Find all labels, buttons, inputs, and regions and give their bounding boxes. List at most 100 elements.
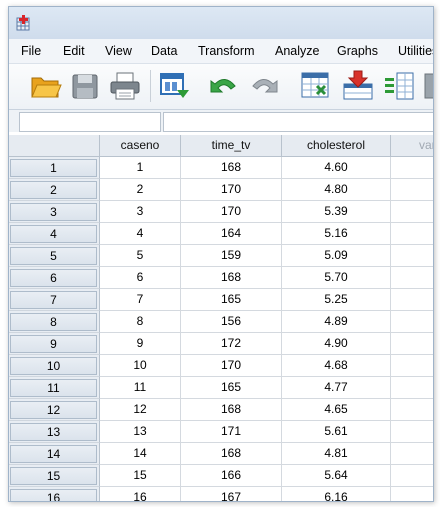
cell-time-tv[interactable]: 171 bbox=[181, 421, 282, 443]
column-header-time-tv[interactable]: time_tv bbox=[181, 135, 282, 157]
row-header[interactable]: 1 bbox=[9, 157, 100, 179]
spss-app-icon[interactable] bbox=[16, 15, 32, 31]
open-folder-icon[interactable] bbox=[29, 70, 63, 102]
cell-time-tv[interactable]: 168 bbox=[181, 399, 282, 421]
row-header[interactable]: 15 bbox=[9, 465, 100, 487]
cell-caseno[interactable]: 9 bbox=[100, 333, 181, 355]
cell-value-box[interactable] bbox=[163, 112, 433, 132]
column-header-caseno[interactable]: caseno bbox=[100, 135, 181, 157]
menu-data[interactable]: Data bbox=[151, 44, 177, 58]
cell-cholesterol[interactable]: 4.65 bbox=[282, 399, 391, 421]
row-header[interactable]: 12 bbox=[9, 399, 100, 421]
cell-var[interactable] bbox=[391, 465, 433, 487]
cell-time-tv[interactable]: 156 bbox=[181, 311, 282, 333]
cell-caseno[interactable]: 4 bbox=[100, 223, 181, 245]
cell-var[interactable] bbox=[391, 289, 433, 311]
cell-cholesterol[interactable]: 4.60 bbox=[282, 157, 391, 179]
goto-case-icon[interactable] bbox=[299, 70, 333, 102]
cell-var[interactable] bbox=[391, 157, 433, 179]
insert-cases-icon[interactable] bbox=[341, 70, 375, 102]
cell-time-tv[interactable]: 166 bbox=[181, 465, 282, 487]
grid-corner[interactable] bbox=[9, 135, 100, 157]
cell-cholesterol[interactable]: 4.90 bbox=[282, 333, 391, 355]
insert-variable-icon[interactable] bbox=[383, 70, 417, 102]
column-header-cholesterol[interactable]: cholesterol bbox=[282, 135, 391, 157]
menu-view[interactable]: View bbox=[105, 44, 132, 58]
more-toolbar-icon[interactable] bbox=[423, 70, 433, 102]
column-header-var[interactable]: var bbox=[391, 135, 433, 157]
menu-analyze[interactable]: Analyze bbox=[275, 44, 319, 58]
cell-var[interactable] bbox=[391, 267, 433, 289]
cell-time-tv[interactable]: 168 bbox=[181, 443, 282, 465]
cell-var[interactable] bbox=[391, 443, 433, 465]
cell-caseno[interactable]: 14 bbox=[100, 443, 181, 465]
cell-caseno[interactable]: 12 bbox=[100, 399, 181, 421]
cell-var[interactable] bbox=[391, 487, 433, 501]
cell-time-tv[interactable]: 168 bbox=[181, 157, 282, 179]
cell-caseno[interactable]: 5 bbox=[100, 245, 181, 267]
cell-var[interactable] bbox=[391, 311, 433, 333]
cell-cholesterol[interactable]: 5.09 bbox=[282, 245, 391, 267]
cell-caseno[interactable]: 1 bbox=[100, 157, 181, 179]
cell-var[interactable] bbox=[391, 355, 433, 377]
cell-var[interactable] bbox=[391, 399, 433, 421]
cell-var[interactable] bbox=[391, 377, 433, 399]
cell-time-tv[interactable]: 172 bbox=[181, 333, 282, 355]
cell-time-tv[interactable]: 164 bbox=[181, 223, 282, 245]
cell-cholesterol[interactable]: 4.80 bbox=[282, 179, 391, 201]
cell-caseno[interactable]: 2 bbox=[100, 179, 181, 201]
row-header[interactable]: 5 bbox=[9, 245, 100, 267]
cell-cholesterol[interactable]: 6.16 bbox=[282, 487, 391, 501]
cell-var[interactable] bbox=[391, 223, 433, 245]
cell-time-tv[interactable]: 159 bbox=[181, 245, 282, 267]
redo-icon[interactable] bbox=[247, 70, 281, 102]
cell-cholesterol[interactable]: 5.61 bbox=[282, 421, 391, 443]
cell-cholesterol[interactable]: 5.64 bbox=[282, 465, 391, 487]
cell-caseno[interactable]: 7 bbox=[100, 289, 181, 311]
cell-caseno[interactable]: 13 bbox=[100, 421, 181, 443]
cell-time-tv[interactable]: 165 bbox=[181, 289, 282, 311]
cell-time-tv[interactable]: 170 bbox=[181, 355, 282, 377]
row-header[interactable]: 14 bbox=[9, 443, 100, 465]
cell-caseno[interactable]: 3 bbox=[100, 201, 181, 223]
cell-cholesterol[interactable]: 4.77 bbox=[282, 377, 391, 399]
cell-cholesterol[interactable]: 5.25 bbox=[282, 289, 391, 311]
cell-cholesterol[interactable]: 5.39 bbox=[282, 201, 391, 223]
cell-caseno[interactable]: 6 bbox=[100, 267, 181, 289]
cell-time-tv[interactable]: 168 bbox=[181, 267, 282, 289]
row-header[interactable]: 11 bbox=[9, 377, 100, 399]
menu-file[interactable]: File bbox=[21, 44, 41, 58]
cell-var[interactable] bbox=[391, 179, 433, 201]
save-icon[interactable] bbox=[68, 70, 102, 102]
cell-caseno[interactable]: 11 bbox=[100, 377, 181, 399]
cell-var[interactable] bbox=[391, 245, 433, 267]
menu-transform[interactable]: Transform bbox=[198, 44, 255, 58]
row-header[interactable]: 3 bbox=[9, 201, 100, 223]
row-header[interactable]: 16 bbox=[9, 487, 100, 501]
row-header[interactable]: 2 bbox=[9, 179, 100, 201]
cell-var[interactable] bbox=[391, 333, 433, 355]
menu-edit[interactable]: Edit bbox=[63, 44, 85, 58]
cell-name-box[interactable] bbox=[19, 112, 161, 132]
cell-var[interactable] bbox=[391, 421, 433, 443]
cell-caseno[interactable]: 16 bbox=[100, 487, 181, 501]
cell-caseno[interactable]: 15 bbox=[100, 465, 181, 487]
cell-caseno[interactable]: 8 bbox=[100, 311, 181, 333]
print-icon[interactable] bbox=[108, 70, 142, 102]
cell-time-tv[interactable]: 170 bbox=[181, 201, 282, 223]
cell-cholesterol[interactable]: 5.70 bbox=[282, 267, 391, 289]
menu-graphs[interactable]: Graphs bbox=[337, 44, 378, 58]
cell-cholesterol[interactable]: 4.68 bbox=[282, 355, 391, 377]
row-header[interactable]: 9 bbox=[9, 333, 100, 355]
row-header[interactable]: 6 bbox=[9, 267, 100, 289]
cell-time-tv[interactable]: 167 bbox=[181, 487, 282, 501]
row-header[interactable]: 8 bbox=[9, 311, 100, 333]
cell-time-tv[interactable]: 170 bbox=[181, 179, 282, 201]
row-header[interactable]: 10 bbox=[9, 355, 100, 377]
cell-cholesterol[interactable]: 4.81 bbox=[282, 443, 391, 465]
menu-utilities[interactable]: Utilities bbox=[398, 44, 433, 58]
cell-cholesterol[interactable]: 5.16 bbox=[282, 223, 391, 245]
undo-icon[interactable] bbox=[207, 70, 241, 102]
cell-cholesterol[interactable]: 4.89 bbox=[282, 311, 391, 333]
row-header[interactable]: 4 bbox=[9, 223, 100, 245]
